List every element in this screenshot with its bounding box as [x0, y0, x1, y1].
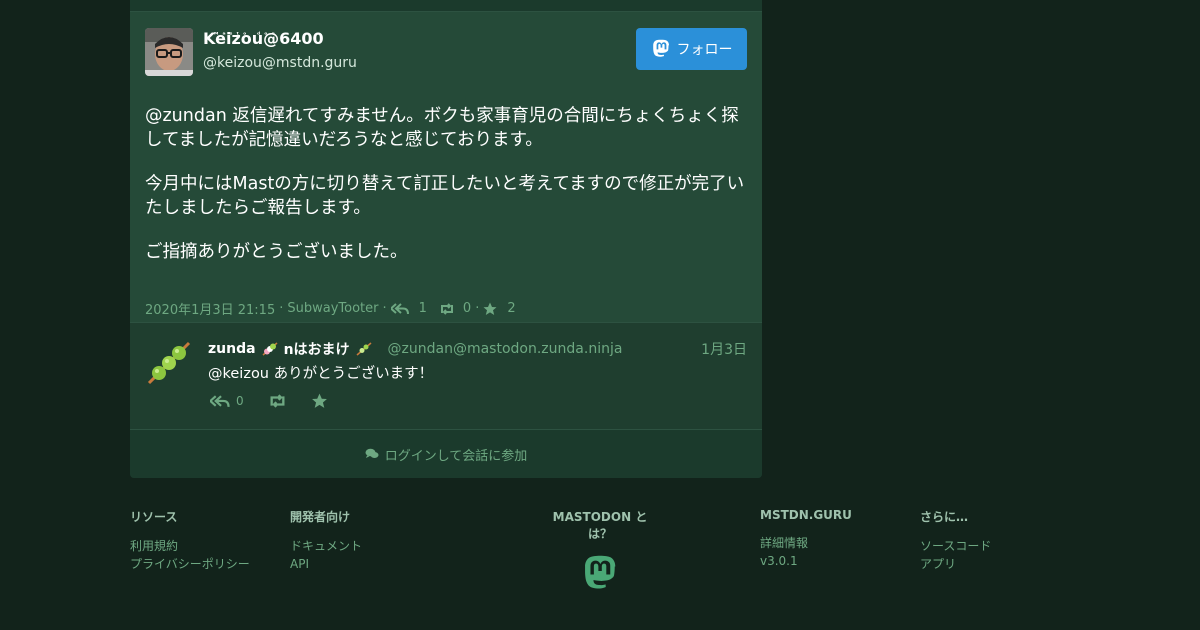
- reply-account-handle: @zundan@mastodon.zunda.ninja: [387, 341, 623, 357]
- follow-label: フォロー: [676, 42, 733, 58]
- mastodon-logo-icon[interactable]: [582, 554, 618, 592]
- api-link[interactable]: API: [290, 555, 362, 573]
- version-link[interactable]: v3.0.1: [760, 552, 852, 570]
- docs-link[interactable]: ドキュメント: [290, 537, 362, 555]
- footer-resources: リソース 利用規約 プライバシーポリシー: [130, 508, 250, 573]
- apps-link[interactable]: アプリ: [920, 555, 991, 573]
- footer-server: MSTDN.GURU 詳細情報 v3.0.1: [760, 508, 852, 570]
- footer-heading: 開発者向け: [290, 510, 351, 524]
- reply-content: @keizou ありがとうございます！: [208, 366, 434, 382]
- mastodon-logo-icon: [652, 39, 669, 57]
- dango-green-emoji-icon: [356, 342, 372, 356]
- avatar[interactable]: [145, 28, 193, 76]
- about-server-link[interactable]: 詳細情報: [760, 534, 852, 552]
- dango-avatar[interactable]: [145, 339, 193, 387]
- reply-status[interactable]: zunda nはおまけ @zundan@mastodon.zunda.ninja…: [130, 323, 762, 430]
- reply-display-name-prefix: zunda: [208, 341, 256, 357]
- status-meta: 2020年1月3日 21:15 · SubwayTooter · 1 0 · 2: [145, 299, 516, 318]
- replies-count: 1: [418, 301, 427, 316]
- name-emoji: ᴹᵃˢᵗᵒ ᵈᵒⁿ: [214, 31, 279, 39]
- column-top: [130, 0, 762, 12]
- footer-developers: 開発者向け ドキュメント API: [290, 508, 362, 573]
- footer-heading: MASTODON とは？: [552, 510, 648, 541]
- reblog-button[interactable]: [268, 394, 287, 408]
- detailed-status: ᴹᵃˢᵗᵒ ᵈᵒⁿ Keizou@6400 @keizou@mstdn.guru…: [130, 12, 762, 323]
- reblogs-count: 0: [462, 301, 472, 316]
- reply-action-bar: 0: [210, 393, 344, 409]
- reply-header[interactable]: zunda nはおまけ @zundan@mastodon.zunda.ninja: [208, 339, 622, 359]
- content-paragraph: ご指摘ありがとうございました。: [145, 242, 408, 262]
- login-to-join-link[interactable]: ログインして会話に参加: [130, 430, 762, 478]
- status-column: ᴹᵃˢᵗᵒ ᵈᵒⁿ Keizou@6400 @keizou@mstdn.guru…: [130, 0, 762, 478]
- login-prompt-text: ログインして会話に参加: [384, 448, 528, 464]
- reblog-icon: [270, 394, 285, 408]
- reply-date[interactable]: 1月3日: [701, 339, 747, 359]
- favourites-count: 2: [507, 301, 516, 316]
- footer-heading: MSTDN.GURU: [760, 508, 852, 522]
- reply-button[interactable]: 0: [210, 394, 244, 409]
- status-datetime[interactable]: 2020年1月3日 21:15: [145, 299, 275, 318]
- avatar-photo: [145, 28, 193, 76]
- status-content: @zundan 返信遅れてすみません。ボクも家事育児の合間にちょくちょく探してま…: [145, 104, 745, 284]
- meta-separator: ·: [279, 301, 284, 316]
- reply-all-icon: [210, 394, 230, 407]
- content-paragraph: 今月中にはMastの方に切り替えて訂正したいと考えてますので修正が完了いたしまし…: [145, 174, 745, 218]
- terms-link[interactable]: 利用規約: [130, 537, 250, 555]
- privacy-link[interactable]: プライバシーポリシー: [130, 555, 250, 573]
- comments-icon: [365, 448, 379, 458]
- favourite-button[interactable]: [311, 393, 328, 409]
- meta-separator: ·: [382, 301, 387, 316]
- footer-heading: さらに…: [920, 510, 969, 524]
- follow-button[interactable]: フォロー: [636, 28, 747, 70]
- source-code-link[interactable]: ソースコード: [920, 537, 991, 555]
- star-icon: [311, 393, 327, 408]
- dango-pink-emoji-icon: [262, 342, 278, 356]
- status-application[interactable]: SubwayTooter: [287, 301, 378, 316]
- footer-about: MASTODON とは？: [548, 508, 652, 595]
- reply-display-name-middle: nはおまけ: [283, 342, 350, 358]
- account-handle: @keizou@mstdn.guru: [203, 55, 357, 71]
- account-name-block[interactable]: ᴹᵃˢᵗᵒ ᵈᵒⁿ Keizou@6400 @keizou@mstdn.guru: [203, 30, 357, 72]
- reply-replies-count: 0: [236, 394, 244, 408]
- footer: リソース 利用規約 プライバシーポリシー 開発者向け ドキュメント API MA…: [130, 508, 1030, 589]
- footer-heading: リソース: [130, 510, 178, 524]
- content-paragraph: @zundan 返信遅れてすみません。ボクも家事育児の合間にちょくちょく探してま…: [145, 106, 739, 150]
- meta-separator: ·: [475, 301, 480, 316]
- reblog-icon[interactable]: [439, 302, 455, 315]
- display-name: ᴹᵃˢᵗᵒ ᵈᵒⁿ Keizou@6400: [203, 30, 357, 48]
- reply-all-icon[interactable]: [390, 302, 409, 316]
- footer-more: さらに… ソースコード アプリ: [920, 508, 991, 573]
- star-icon[interactable]: [483, 302, 497, 316]
